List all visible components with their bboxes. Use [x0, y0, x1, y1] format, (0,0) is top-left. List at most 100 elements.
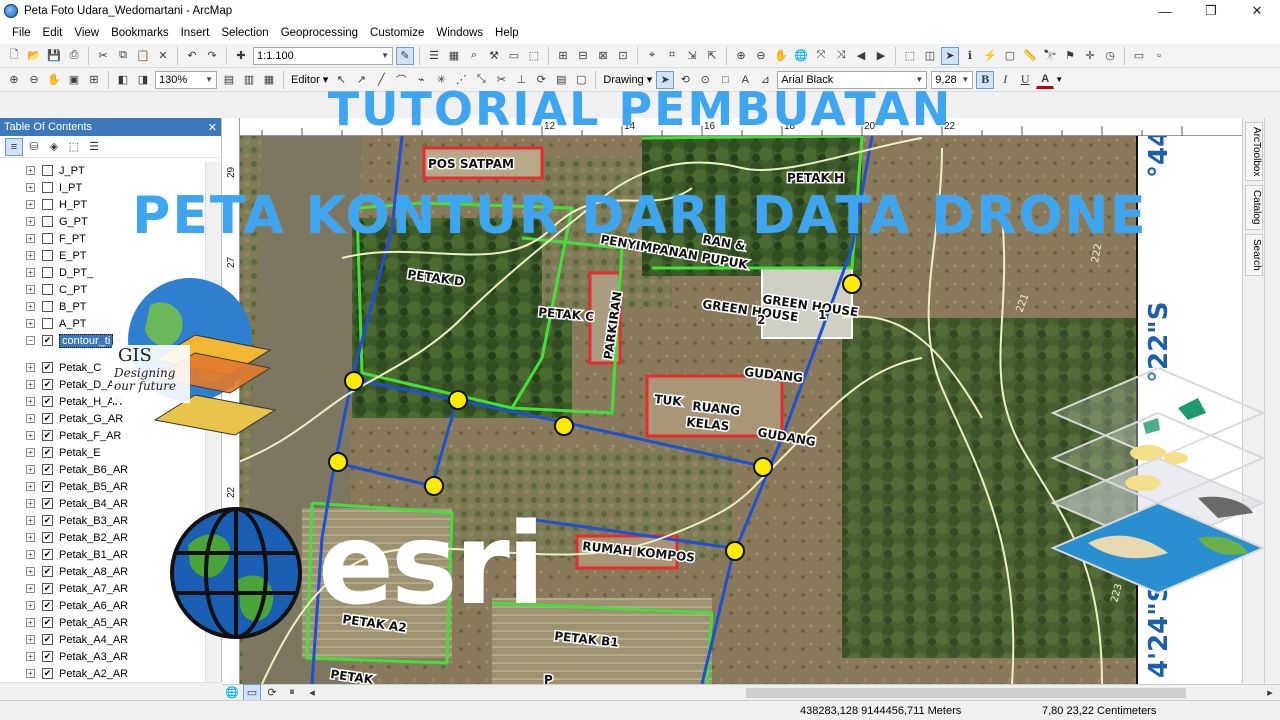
layer-visibility-checkbox[interactable]: ✔	[42, 379, 53, 390]
layer-visibility-checkbox[interactable]: ✔	[42, 335, 53, 346]
pan-hand-icon[interactable]: ✋	[772, 47, 790, 65]
layer-visibility-checkbox[interactable]: ✔	[42, 498, 53, 509]
undo-icon[interactable]: ↶	[183, 47, 201, 65]
copy-icon[interactable]: ⧉	[114, 47, 132, 65]
pause-drawing-icon[interactable]: ⏸	[283, 684, 301, 702]
minimize-button[interactable]: —	[1142, 0, 1188, 22]
identify-icon[interactable]: ℹ	[961, 47, 979, 65]
delete-icon[interactable]: ✕	[154, 47, 172, 65]
expand-icon[interactable]: +	[26, 652, 35, 661]
layer-row[interactable]: + E_PT	[0, 247, 204, 264]
layer-visibility-checkbox[interactable]: ✔	[42, 396, 53, 407]
expand-icon[interactable]: +	[26, 397, 35, 406]
layer-name[interactable]: C_PT	[59, 284, 87, 296]
layer-visibility-checkbox[interactable]	[42, 250, 53, 261]
expand-icon[interactable]: +	[26, 567, 35, 576]
hyperlink-icon[interactable]: ⚡	[981, 47, 999, 65]
expand-icon[interactable]: +	[26, 431, 35, 440]
layer-visibility-checkbox[interactable]: ✔	[42, 651, 53, 662]
layer-name[interactable]: Petak_A3_AR	[59, 651, 128, 663]
layer-visibility-checkbox[interactable]: ✔	[42, 566, 53, 577]
close-button[interactable]: ✕	[1234, 0, 1280, 22]
layer-name[interactable]: B_PT	[59, 301, 87, 313]
layout-tool-icon[interactable]: ⊠	[594, 47, 612, 65]
toc-options-icon[interactable]: ☰	[85, 138, 103, 156]
save-icon[interactable]: 💾	[45, 47, 63, 65]
open-icon[interactable]: 📂	[25, 47, 43, 65]
expand-icon[interactable]: +	[26, 618, 35, 627]
list-by-drawing-order-icon[interactable]: ≡	[5, 137, 23, 156]
layout-view-icon[interactable]: ▭	[243, 683, 261, 702]
layer-visibility-checkbox[interactable]: ✔	[42, 600, 53, 611]
editor-toolbar-toggle-icon[interactable]: ✎	[396, 46, 414, 65]
survey-point[interactable]	[753, 457, 773, 477]
html-popup-icon[interactable]: ▢	[1001, 47, 1019, 65]
scroll-left-icon[interactable]: ◂	[303, 684, 321, 702]
expand-icon[interactable]: +	[26, 285, 35, 294]
layer-visibility-checkbox[interactable]: ✔	[42, 617, 53, 628]
layer-visibility-checkbox[interactable]: ✔	[42, 668, 53, 679]
list-by-selection-icon[interactable]: ⬚	[65, 138, 83, 156]
add-data-icon[interactable]: ✚	[232, 47, 250, 65]
table-of-contents-icon[interactable]: ☰	[425, 47, 443, 65]
find-binoculars-icon[interactable]: 🔭	[1041, 47, 1059, 65]
layout-tool-icon[interactable]: ⊡	[614, 47, 632, 65]
expand-icon[interactable]: +	[26, 669, 35, 678]
expand-icon[interactable]: +	[26, 465, 35, 474]
zoom-out-icon[interactable]: ⊖	[752, 47, 770, 65]
python-icon[interactable]: ▭	[505, 47, 523, 65]
expand-icon[interactable]: +	[26, 482, 35, 491]
layer-row[interactable]: + ✔ Petak_A2_AR	[0, 665, 204, 682]
map-scale-combo[interactable]: 1:1.100 ▼	[253, 46, 393, 65]
menu-windows[interactable]: Windows	[430, 27, 489, 39]
layer-visibility-checkbox[interactable]	[42, 165, 53, 176]
refresh-view-icon[interactable]: ⟳	[263, 684, 281, 702]
menu-customize[interactable]: Customize	[364, 27, 430, 39]
scrollbar-thumb[interactable]	[746, 687, 1186, 698]
arctoolbox-icon[interactable]: ⚒	[485, 47, 503, 65]
menu-bookmarks[interactable]: Bookmarks	[105, 27, 175, 39]
layer-visibility-checkbox[interactable]: ✔	[42, 515, 53, 526]
list-by-visibility-icon[interactable]: ◈	[45, 138, 63, 156]
menu-file[interactable]: File	[6, 27, 37, 39]
layer-row[interactable]: + J_PT	[0, 162, 204, 179]
survey-point[interactable]	[328, 452, 348, 472]
layer-name[interactable]: Petak_E	[59, 447, 101, 459]
layer-name[interactable]: Petak_B6_AR	[59, 464, 128, 476]
forward-extent-icon[interactable]: ▶	[872, 47, 890, 65]
expand-icon[interactable]: +	[26, 268, 35, 277]
georef-icon[interactable]: ⇲	[683, 47, 701, 65]
cut-icon[interactable]: ✂	[94, 47, 112, 65]
layer-name[interactable]: Petak_B4_AR	[59, 498, 128, 510]
map-horizontal-scrollbar[interactable]	[326, 687, 1256, 699]
layer-name[interactable]: contour_ti	[59, 333, 114, 348]
expand-icon[interactable]: +	[26, 635, 35, 644]
layer-visibility-checkbox[interactable]: ✔	[42, 583, 53, 594]
layer-visibility-checkbox[interactable]: ✔	[42, 413, 53, 424]
measure-icon[interactable]: 📏	[1021, 47, 1039, 65]
menu-selection[interactable]: Selection	[215, 27, 274, 39]
expand-icon[interactable]: +	[26, 550, 35, 559]
layer-row[interactable]: + ✔ Petak_E	[0, 444, 204, 461]
survey-point[interactable]	[725, 541, 745, 561]
expand-icon[interactable]: +	[26, 448, 35, 457]
layer-visibility-checkbox[interactable]: ✔	[42, 532, 53, 543]
find-route-icon[interactable]: ⚑	[1061, 47, 1079, 65]
catalog-icon[interactable]: ▦	[445, 47, 463, 65]
full-extent-icon[interactable]: 🌐	[792, 47, 810, 65]
georef-icon[interactable]: ⌗	[663, 47, 681, 65]
menu-view[interactable]: View	[68, 27, 105, 39]
georef-icon[interactable]: ⌖	[643, 47, 661, 65]
layer-visibility-checkbox[interactable]	[42, 267, 53, 278]
survey-point[interactable]	[424, 476, 444, 496]
layer-visibility-checkbox[interactable]: ✔	[42, 634, 53, 645]
fixed-zoom-in-icon[interactable]: ⤧	[812, 47, 830, 65]
layer-visibility-checkbox[interactable]: ✔	[42, 447, 53, 458]
expand-icon[interactable]: +	[26, 302, 35, 311]
layer-name[interactable]: A_PT	[59, 318, 87, 330]
layout-tool-icon[interactable]: ⊞	[554, 47, 572, 65]
zoom-in-icon[interactable]: ⊕	[732, 47, 750, 65]
layer-name[interactable]: J_PT	[59, 165, 85, 177]
model-builder-icon[interactable]: ⬚	[525, 47, 543, 65]
scroll-right-icon[interactable]: ▸	[1261, 684, 1279, 702]
